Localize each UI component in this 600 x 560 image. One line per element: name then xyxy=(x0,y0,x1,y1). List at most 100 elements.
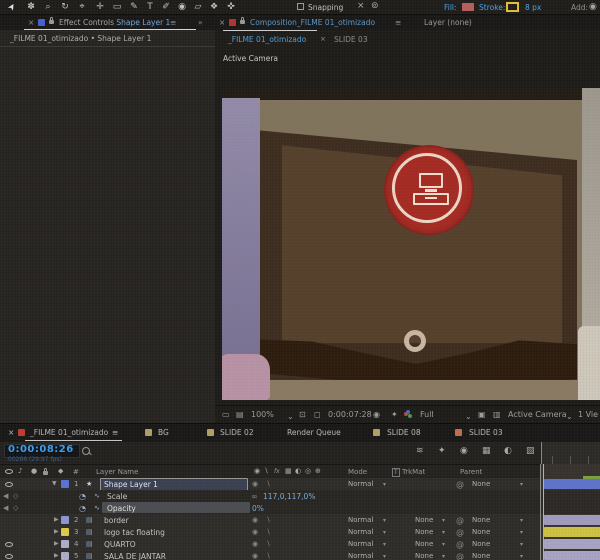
shy-icon[interactable]: ◉ xyxy=(252,528,258,536)
composition-lock-icon[interactable] xyxy=(240,20,245,24)
trkmat-chevron-icon[interactable]: ▾ xyxy=(442,541,445,548)
brush-tool-button[interactable]: ✐ xyxy=(159,2,173,13)
timeline-tab-bg[interactable]: BG xyxy=(158,428,169,437)
scale-value[interactable]: 117,0,117,0% xyxy=(263,492,315,501)
stroke-color-swatch[interactable] xyxy=(506,2,519,12)
layer-duration-bar[interactable] xyxy=(544,479,600,489)
preview-time-value[interactable]: 0:00:07:28 xyxy=(328,410,372,420)
parent-chevron-icon[interactable]: ▾ xyxy=(520,481,523,488)
link-dimensions-icon[interactable]: ∞ xyxy=(251,492,258,501)
current-time-display[interactable]: 0:00:08:26 xyxy=(8,444,74,455)
frame-blend-icon[interactable]: ▦ xyxy=(482,447,491,456)
view-layout-select[interactable]: 1 Vie xyxy=(578,410,598,420)
prev-keyframe-icon[interactable]: ◀ xyxy=(3,504,8,512)
effect-controls-lock-icon[interactable] xyxy=(49,20,54,24)
pen-tool-button[interactable]: ✎ xyxy=(127,2,141,13)
trkmat-chevron-icon[interactable]: ▾ xyxy=(442,553,445,560)
trkmat-select[interactable]: None xyxy=(415,516,433,524)
show-snapshot-icon[interactable]: ✦ xyxy=(391,410,398,420)
mode-chevron-icon[interactable]: ▾ xyxy=(383,553,386,560)
trkmat-select[interactable]: None xyxy=(415,540,433,548)
timeline-tab-menu-icon[interactable]: ≡ xyxy=(112,428,118,437)
layer-duration-bar[interactable] xyxy=(544,515,600,525)
parent-pickwhip-icon[interactable]: @ xyxy=(456,528,464,537)
timeline-tab-slide02[interactable]: SLIDE 02 xyxy=(220,428,254,437)
comp-flowchart-icon[interactable]: ≋ xyxy=(416,447,424,456)
timeline-tab-slide03[interactable]: SLIDE 03 xyxy=(469,428,503,437)
orbit-camera-tool-button[interactable]: ⌖ xyxy=(75,2,89,13)
layer-duration-bar[interactable] xyxy=(544,539,600,549)
parent-select[interactable]: None xyxy=(472,528,490,536)
tab-composition[interactable]: Composition_FILME 01_otimizado xyxy=(250,18,375,27)
magnification-chevron-icon[interactable]: ⌄ xyxy=(287,412,294,422)
parent-select[interactable]: None xyxy=(472,480,490,488)
layer-duration-bar[interactable] xyxy=(544,527,600,537)
snap-option-icon[interactable]: ⨯ xyxy=(357,2,365,11)
shy-icon[interactable]: ◉ xyxy=(252,516,258,524)
mode-select[interactable]: Normal xyxy=(348,540,373,548)
mode-select[interactable]: Normal xyxy=(348,516,373,524)
current-time-indicator[interactable] xyxy=(543,464,544,560)
visibility-eye[interactable] xyxy=(5,542,13,547)
trkmat-select[interactable]: None xyxy=(415,552,433,560)
parent-pickwhip-icon[interactable]: @ xyxy=(456,480,464,489)
trkmat-chevron-icon[interactable]: ▾ xyxy=(442,529,445,536)
snapshot-camera-icon[interactable]: ◉ xyxy=(373,410,380,420)
label-color-swatch[interactable] xyxy=(61,552,69,560)
mode-chevron-icon[interactable]: ▾ xyxy=(383,541,386,548)
property-name[interactable]: Opacity xyxy=(107,504,136,513)
motion-blur-icon[interactable]: ◐ xyxy=(504,447,512,456)
disclosure-triangle[interactable]: ▼ xyxy=(52,480,57,487)
layer-duration-bar[interactable] xyxy=(544,551,600,560)
mode-chevron-icon[interactable]: ▾ xyxy=(383,529,386,536)
parent-column-header[interactable]: Parent xyxy=(460,468,482,476)
zoom-tool-button[interactable]: ⌕ xyxy=(41,2,55,13)
viewer-tab-slide03[interactable]: SLIDE 03 xyxy=(334,35,368,44)
timeline-graph-area[interactable] xyxy=(540,464,600,560)
eraser-tool-button[interactable]: ▱ xyxy=(191,2,205,13)
layer-name[interactable]: logo tac floating xyxy=(104,528,165,537)
mode-select[interactable]: Normal xyxy=(348,552,373,560)
stroke-width-value[interactable]: 8 px xyxy=(525,3,541,12)
add-keyframe-icon[interactable]: ◇ xyxy=(13,492,18,500)
camera-chevron-icon[interactable]: ⌄ xyxy=(566,412,573,422)
label-color-swatch[interactable] xyxy=(61,540,69,548)
add-keyframe-icon[interactable]: ◇ xyxy=(13,504,18,512)
label-color-swatch[interactable] xyxy=(61,528,69,536)
roto-brush-tool-button[interactable]: ❖ xyxy=(207,2,221,13)
parent-pickwhip-icon[interactable]: @ xyxy=(456,540,464,549)
pixel-aspect-icon[interactable]: ▥ xyxy=(493,410,501,420)
layer-name[interactable]: Shape Layer 1 xyxy=(104,480,158,489)
mode-select[interactable]: Normal xyxy=(348,480,373,488)
quality-icon[interactable]: ∖ xyxy=(266,552,270,560)
parent-chevron-icon[interactable]: ▾ xyxy=(520,517,523,524)
disclosure-triangle[interactable]: ▶ xyxy=(54,552,59,559)
main-viewer-icon[interactable]: ▤ xyxy=(236,410,244,420)
snapping-checkbox[interactable] xyxy=(297,3,304,10)
visibility-eye[interactable] xyxy=(5,554,13,559)
always-preview-icon[interactable]: ▭ xyxy=(222,410,230,420)
parent-select[interactable]: None xyxy=(472,540,490,548)
composition-viewport-image[interactable] xyxy=(222,88,600,400)
type-tool-button[interactable]: T xyxy=(143,2,157,13)
rotation-tool-button[interactable]: ↻ xyxy=(58,2,72,13)
timeline-tab-slide08[interactable]: SLIDE 08 xyxy=(387,428,421,437)
mask-visibility-icon[interactable]: ◻ xyxy=(314,410,321,420)
parent-chevron-icon[interactable]: ▾ xyxy=(520,541,523,548)
trkmat-chevron-icon[interactable]: ▾ xyxy=(442,517,445,524)
mode-select[interactable]: Normal xyxy=(348,528,373,536)
parent-select[interactable]: None xyxy=(472,516,490,524)
prev-keyframe-icon[interactable]: ◀ xyxy=(3,492,8,500)
selection-tool-button[interactable]: ➤ xyxy=(5,0,22,16)
magnification-value[interactable]: 100% xyxy=(251,410,274,420)
resolution-chevron-icon[interactable]: ⌄ xyxy=(465,412,472,422)
resolution-select[interactable]: Full xyxy=(420,410,434,420)
shape-tool-button[interactable]: ▭ xyxy=(110,2,124,13)
layer-name[interactable]: SALA DE JANTAR xyxy=(104,552,166,560)
pan-behind-tool-button[interactable]: ✛ xyxy=(93,2,107,13)
parent-chevron-icon[interactable]: ▾ xyxy=(520,529,523,536)
timeline-tab-render-queue[interactable]: Render Queue xyxy=(287,428,341,437)
opacity-value[interactable]: 0% xyxy=(252,504,264,513)
viewer-tab-active[interactable]: _FILME 01_otimizado xyxy=(228,35,306,44)
mode-chevron-icon[interactable]: ▾ xyxy=(383,481,386,488)
